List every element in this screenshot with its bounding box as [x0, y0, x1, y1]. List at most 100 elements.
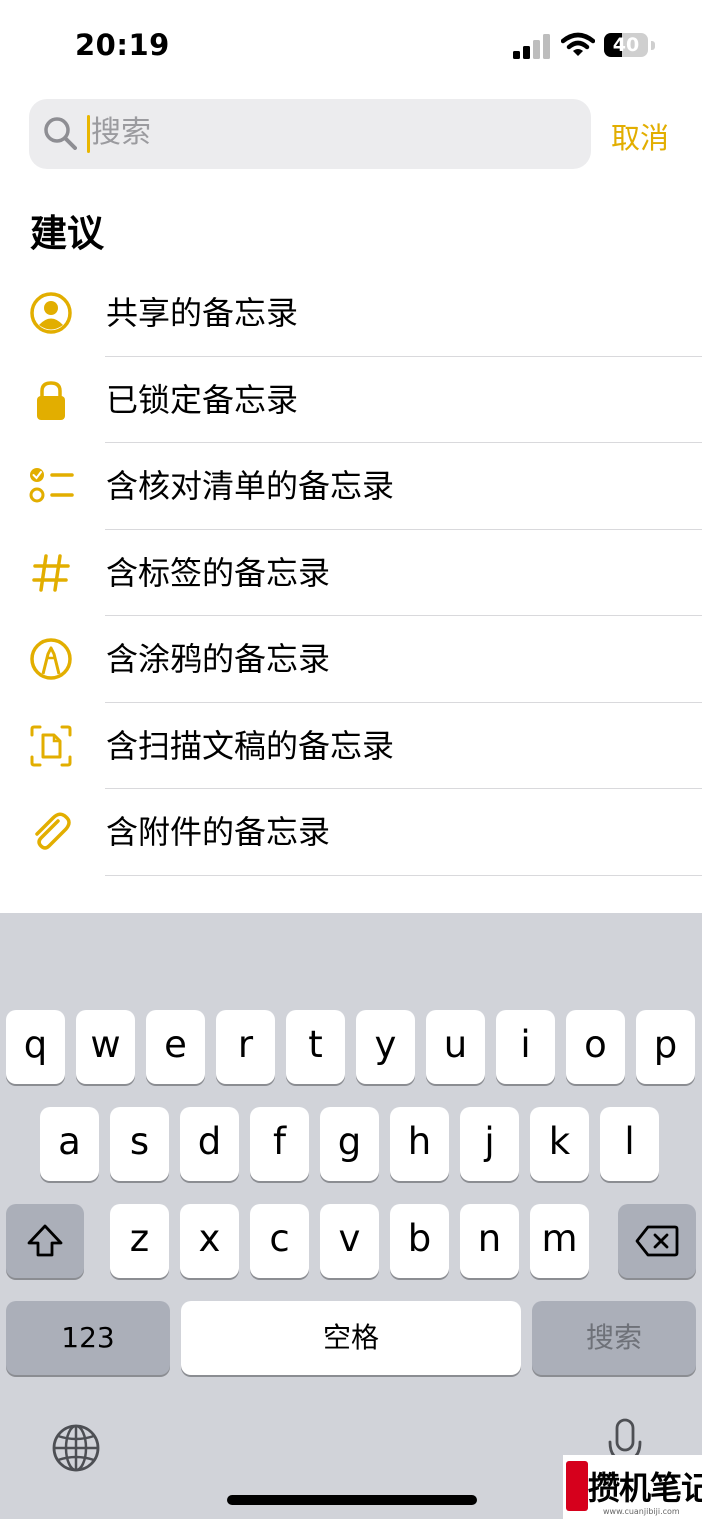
- key-d[interactable]: d: [180, 1107, 239, 1181]
- key-l[interactable]: l: [600, 1107, 659, 1181]
- key-label: 123: [61, 1321, 115, 1354]
- key-n[interactable]: n: [460, 1204, 519, 1278]
- suggestion-attachment-notes[interactable]: 含附件的备忘录: [0, 789, 702, 876]
- key-t[interactable]: t: [286, 1010, 345, 1084]
- suggestion-locked-notes[interactable]: 已锁定备忘录: [0, 357, 702, 443]
- search-input[interactable]: 搜索: [29, 99, 591, 169]
- key-label: t: [308, 1023, 323, 1066]
- numbers-key[interactable]: 123: [6, 1301, 170, 1375]
- suggestion-list: 共享的备忘录 已锁定备忘录 含核对清单的备忘录 含标签的备忘录 含涂鸦的备忘录 …: [0, 270, 702, 876]
- key-label: q: [23, 1023, 48, 1066]
- key-label: f: [272, 1120, 287, 1163]
- key-label: r: [237, 1023, 254, 1066]
- suggestion-shared-notes[interactable]: 共享的备忘录: [0, 270, 702, 357]
- home-indicator: [227, 1495, 477, 1505]
- key-label: 搜索: [585, 1321, 642, 1354]
- key-y[interactable]: y: [356, 1010, 415, 1084]
- suggestion-label: 含核对清单的备忘录: [106, 467, 395, 505]
- search-placeholder: 搜索: [91, 115, 151, 150]
- watermark-text: 攒机笔记: [588, 1469, 702, 1507]
- globe-icon[interactable]: [51, 1423, 101, 1473]
- cancel-button[interactable]: 取消: [611, 115, 669, 157]
- key-v[interactable]: v: [320, 1204, 379, 1278]
- key-j[interactable]: j: [460, 1107, 519, 1181]
- key-label: w: [90, 1023, 121, 1066]
- cellular-signal-icon: [513, 34, 550, 59]
- suggestion-label: 含标签的备忘录: [106, 553, 331, 592]
- suggestion-tagged-notes[interactable]: 含标签的备忘录: [0, 530, 702, 616]
- watermark-logo-icon: [566, 1461, 588, 1511]
- key-i[interactable]: i: [496, 1010, 555, 1084]
- key-label: n: [477, 1217, 502, 1260]
- key-label: h: [407, 1120, 432, 1163]
- battery-percent: 40: [612, 34, 640, 56]
- suggestion-scanned-notes[interactable]: 含扫描文稿的备忘录: [0, 703, 702, 789]
- suggestion-label: 含附件的备忘录: [106, 813, 331, 851]
- paperclip-icon: [35, 812, 71, 850]
- watermark: 攒机笔记 www.cuanjibiji.com: [563, 1455, 702, 1519]
- pencil-tip-circle-icon: [30, 638, 72, 680]
- key-label: x: [198, 1217, 221, 1260]
- key-label: j: [484, 1120, 495, 1163]
- key-o[interactable]: o: [566, 1010, 625, 1084]
- delete-key[interactable]: [618, 1204, 696, 1278]
- key-p[interactable]: p: [636, 1010, 695, 1084]
- suggestion-checklist-notes[interactable]: 含核对清单的备忘录: [0, 443, 702, 530]
- divider: [105, 874, 702, 876]
- key-label: z: [129, 1217, 150, 1260]
- text-caret: [87, 115, 90, 153]
- key-b[interactable]: b: [390, 1204, 449, 1278]
- key-label: g: [337, 1120, 362, 1163]
- key-c[interactable]: c: [250, 1204, 309, 1278]
- key-f[interactable]: f: [250, 1107, 309, 1181]
- status-bar: 20:19 40: [0, 0, 702, 90]
- backspace-icon: [635, 1225, 679, 1257]
- key-h[interactable]: h: [390, 1107, 449, 1181]
- key-u[interactable]: u: [426, 1010, 485, 1084]
- key-label: a: [58, 1120, 81, 1163]
- section-title: 建议: [30, 212, 104, 255]
- keyboard: q w e r t y u i o p a s d f g h j k l z …: [0, 913, 702, 1519]
- suggestion-label: 共享的备忘录: [106, 294, 299, 332]
- key-label: 空格: [322, 1321, 379, 1354]
- key-x[interactable]: x: [180, 1204, 239, 1278]
- suggestion-label: 含涂鸦的备忘录: [106, 640, 331, 678]
- status-time: 20:19: [75, 28, 170, 62]
- key-label: o: [584, 1023, 607, 1066]
- key-a[interactable]: a: [40, 1107, 99, 1181]
- checklist-icon: [29, 468, 74, 503]
- key-label: y: [374, 1023, 397, 1066]
- key-label: u: [443, 1023, 468, 1066]
- watermark-url: www.cuanjibiji.com: [603, 1507, 680, 1516]
- key-label: d: [197, 1120, 222, 1163]
- key-label: l: [624, 1120, 635, 1163]
- key-k[interactable]: k: [530, 1107, 589, 1181]
- key-r[interactable]: r: [216, 1010, 275, 1084]
- battery-indicator: 40: [604, 33, 656, 59]
- search-key[interactable]: 搜索: [532, 1301, 696, 1375]
- key-label: v: [338, 1217, 361, 1260]
- key-e[interactable]: e: [146, 1010, 205, 1084]
- key-g[interactable]: g: [320, 1107, 379, 1181]
- space-key[interactable]: 空格: [181, 1301, 521, 1375]
- suggestion-drawing-notes[interactable]: 含涂鸦的备忘录: [0, 616, 702, 703]
- key-label: i: [520, 1023, 531, 1066]
- key-w[interactable]: w: [76, 1010, 135, 1084]
- key-label: e: [164, 1023, 187, 1066]
- key-label: p: [653, 1023, 678, 1066]
- key-s[interactable]: s: [110, 1107, 169, 1181]
- wifi-icon: [561, 32, 595, 56]
- search-icon: [44, 117, 77, 150]
- key-m[interactable]: m: [530, 1204, 589, 1278]
- key-label: s: [129, 1120, 150, 1163]
- key-q[interactable]: q: [6, 1010, 65, 1084]
- person-circle-icon: [30, 292, 72, 334]
- suggestion-label: 已锁定备忘录: [106, 380, 299, 419]
- doc-scan-icon: [30, 725, 72, 766]
- suggestion-label: 含扫描文稿的备忘录: [106, 726, 395, 765]
- shift-key[interactable]: [6, 1204, 84, 1278]
- key-label: c: [269, 1217, 290, 1260]
- shift-icon: [27, 1224, 63, 1257]
- key-label: k: [548, 1120, 571, 1163]
- key-z[interactable]: z: [110, 1204, 169, 1278]
